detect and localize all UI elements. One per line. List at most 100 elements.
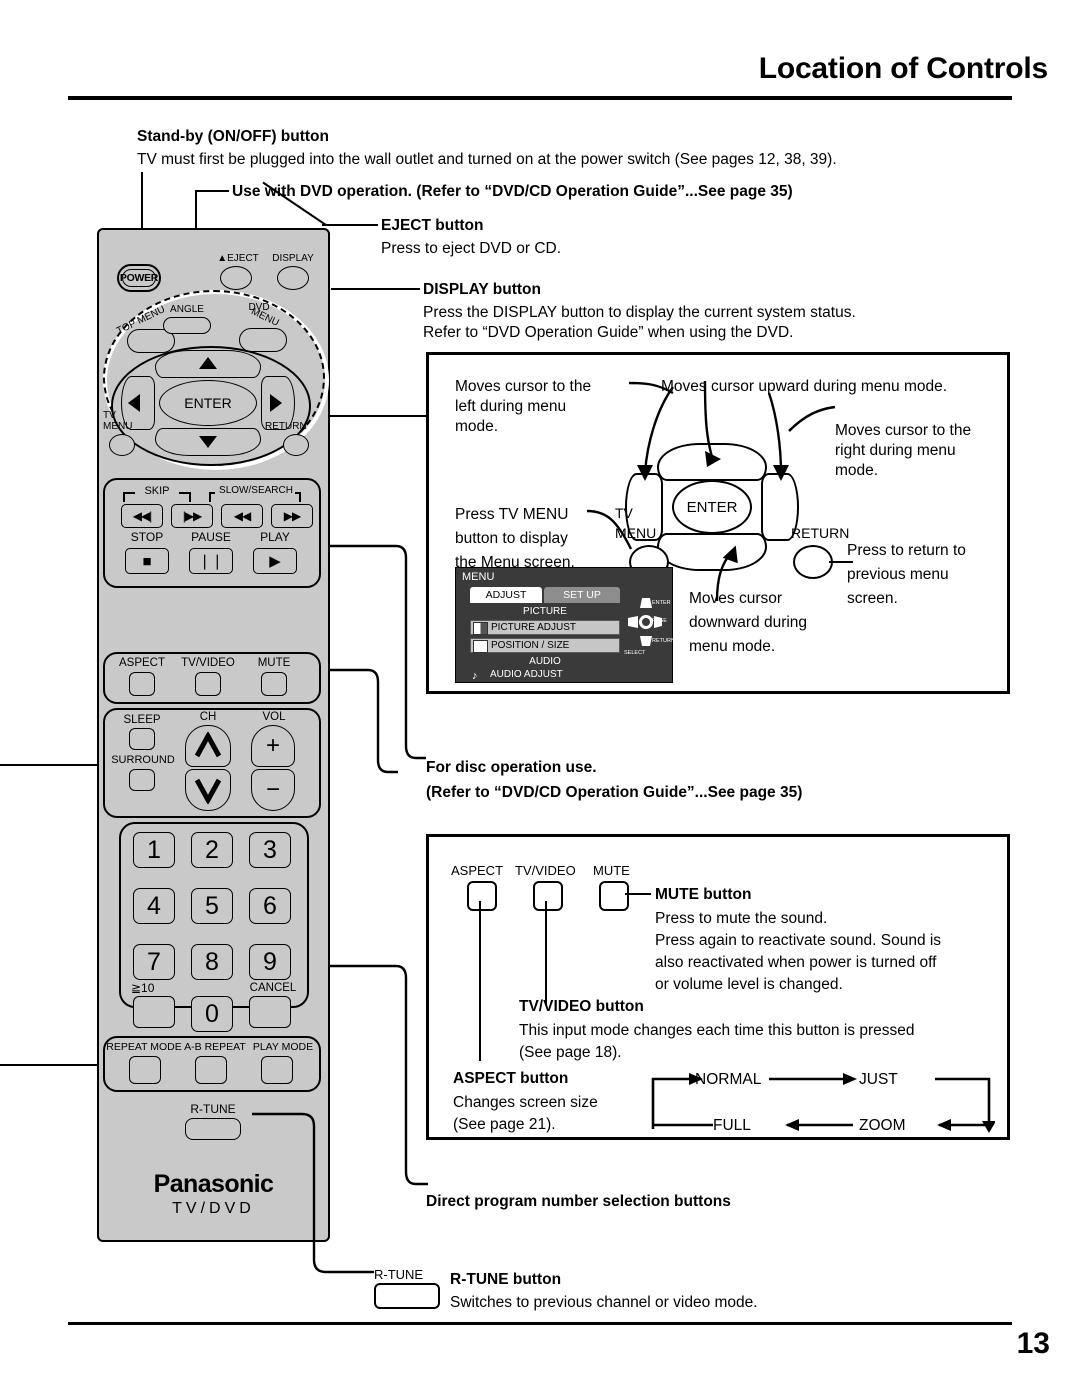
aspect-text-1: Changes screen size <box>453 1094 598 1111</box>
remote-key-3[interactable]: 3 <box>249 832 291 868</box>
remote-key-4[interactable]: 4 <box>133 888 175 924</box>
menu-nav-pad-icon <box>628 598 662 655</box>
search-forward-icon: ▶▶ <box>283 509 301 523</box>
skip-back-icon: ◀◀| <box>132 509 153 523</box>
remote-aspect-button[interactable] <box>129 672 155 696</box>
cursor-up-triangle-icon <box>199 357 217 369</box>
menu-row-audio-adjust-label: AUDIO ADJUST <box>490 669 563 680</box>
remote-tvvideo-label: TV/VIDEO <box>181 657 235 669</box>
tvmenu-text-2: button to display <box>455 530 568 547</box>
remote-play-button[interactable]: ▶ <box>253 548 297 574</box>
remote-angle-label: ANGLE <box>170 304 204 315</box>
remote-play-mode-button[interactable] <box>261 1056 293 1084</box>
panel-mute-button-graphic <box>599 881 629 911</box>
standby-callout-title: Stand-by (ON/OFF) button <box>137 128 329 145</box>
leader-rtune <box>252 1112 374 1274</box>
remote-key-0[interactable]: 0 <box>191 996 233 1032</box>
remote-repeat-mode-button[interactable] <box>129 1056 161 1084</box>
remote-key-2[interactable]: 2 <box>191 832 233 868</box>
mute-text-2: Press again to reactivate sound. Sound i… <box>655 932 942 949</box>
remote-eject-button[interactable] <box>220 266 252 290</box>
remote-ab-repeat-label: A-B REPEAT <box>184 1041 246 1053</box>
remote-angle-button[interactable] <box>163 317 211 334</box>
leader-panel-tvvideo <box>545 901 547 1005</box>
remote-key-1[interactable]: 1 <box>133 832 175 868</box>
standby-callout-text: TV must first be plugged into the wall o… <box>137 151 837 168</box>
leader-cursorpad-to-panel <box>330 415 426 417</box>
ch-up-chevron-icon <box>195 732 221 758</box>
remote-ab-repeat-button[interactable] <box>195 1056 227 1084</box>
cursor-down-text-3: menu mode. <box>689 638 776 655</box>
remote-key-7[interactable]: 7 <box>133 944 175 980</box>
remote-search-forward-button[interactable]: ▶▶ <box>271 504 313 528</box>
tvmenu-leader <box>587 509 633 550</box>
search-back-icon: ◀◀ <box>233 509 251 523</box>
cursor-left-text-2: left during menu <box>455 398 567 415</box>
direct-program-callout: Direct program number selection buttons <box>426 1193 731 1210</box>
remote-tvvideo-button[interactable] <box>195 672 221 696</box>
diagram-return-button <box>793 545 833 579</box>
remote-pause-label: PAUSE <box>191 530 231 544</box>
remote-key-5[interactable]: 5 <box>191 888 233 924</box>
leader-repeat-to-disc <box>328 668 398 774</box>
stop-icon: ■ <box>142 552 152 570</box>
leader-panel-mute <box>625 893 651 895</box>
remote-stop-button[interactable]: ■ <box>125 548 169 574</box>
tvvideo-text-2: (See page 18). <box>519 1044 622 1061</box>
remote-power-label: POWER <box>119 272 159 284</box>
remote-play-label: PLAY <box>260 530 290 544</box>
remote-return-label: RETURN <box>265 421 307 432</box>
remote-return-button[interactable] <box>283 434 309 456</box>
eject-callout-text: Press to eject DVD or CD. <box>381 240 562 257</box>
leader-left-edge-1 <box>0 764 99 766</box>
page-number: 13 <box>1016 1327 1050 1360</box>
rtune-button-graphic <box>374 1283 440 1309</box>
footer-rule <box>68 1322 1012 1325</box>
remote-key-6[interactable]: 6 <box>249 888 291 924</box>
rtune-callout-title: R-TUNE button <box>450 1271 562 1288</box>
remote-tv-menu-label: MENU <box>103 421 133 432</box>
remote-display-button[interactable] <box>277 266 309 290</box>
remote-search-back-button[interactable]: ◀◀ <box>221 504 263 528</box>
eject-triangle-icon: ▲ <box>217 253 228 264</box>
cursor-left-text-3: mode. <box>455 418 499 435</box>
slowsearch-bracket-top-left <box>209 492 215 494</box>
remote-surround-button[interactable] <box>129 769 155 791</box>
remote-skip-back-button[interactable]: ◀◀| <box>121 504 163 528</box>
remote-tv-menu-button[interactable] <box>109 434 135 456</box>
remote-vol-up-button[interactable]: + <box>251 725 295 767</box>
dvd-use-callout: Use with DVD operation. (Refer to “DVD/C… <box>232 183 793 200</box>
position-size-icon <box>473 640 488 653</box>
remote-key-cancel[interactable] <box>249 996 291 1028</box>
remote-r-tune-button[interactable] <box>185 1118 241 1140</box>
menu-nav-enter-label: ENTER <box>652 600 671 606</box>
menu-tab-setup: SET UP <box>544 587 620 603</box>
rtune-key-label: R-TUNE <box>374 1267 424 1282</box>
remote-key-8[interactable]: 8 <box>191 944 233 980</box>
cursor-right-text-3: mode. <box>835 462 879 479</box>
leader-eject-h <box>322 224 378 226</box>
cursor-right-leader <box>788 405 836 432</box>
leader-dvd-use-h <box>197 190 229 192</box>
remote-key-ge10[interactable] <box>133 996 175 1028</box>
remote-vol-down-button[interactable]: − <box>251 769 295 811</box>
bottom-explanation-panel: ASPECT TV/VIDEO MUTE MUTE button Press t… <box>426 834 1010 1140</box>
remote-pause-button[interactable]: ❘❘ <box>189 548 233 574</box>
remote-mute-label: MUTE <box>257 657 291 669</box>
remote-power-button[interactable]: POWER <box>117 264 161 292</box>
remote-tv-label: TV <box>103 410 116 421</box>
remote-stop-label: STOP <box>130 530 164 544</box>
ch-down-chevron-icon <box>195 778 221 804</box>
cursor-right-text-2: right during menu <box>835 442 956 459</box>
remote-enter-button[interactable]: ENTER <box>159 380 257 426</box>
cursor-down-triangle-icon <box>199 436 217 448</box>
remote-skip-forward-button[interactable]: |▶▶ <box>171 504 213 528</box>
remote-dvd-menu-button[interactable] <box>239 328 287 352</box>
remote-mute-button[interactable] <box>261 672 287 696</box>
tvvideo-text-1: This input mode changes each time this b… <box>519 1022 915 1039</box>
menu-section-audio: AUDIO <box>529 656 561 667</box>
remote-sleep-button[interactable] <box>129 728 155 750</box>
aspect-section-title: ASPECT button <box>453 1070 569 1087</box>
remote-key-9[interactable]: 9 <box>249 944 291 980</box>
panel-mute-label: MUTE <box>593 863 630 878</box>
